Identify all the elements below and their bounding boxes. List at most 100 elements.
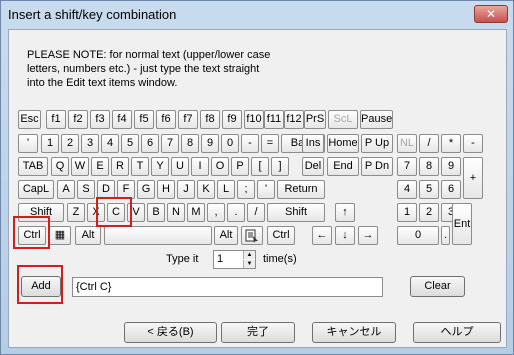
key-slash[interactable]: / <box>247 203 265 222</box>
key-5[interactable]: 5 <box>121 134 139 153</box>
key-b[interactable]: B <box>147 203 165 222</box>
key-x[interactable]: X <box>87 203 105 222</box>
key-left-bracket[interactable]: [ <box>251 157 269 176</box>
key-n[interactable]: N <box>167 203 185 222</box>
key-num-divide[interactable]: / <box>419 134 439 153</box>
key-num-4[interactable]: 4 <box>397 180 417 199</box>
key-m[interactable]: M <box>187 203 205 222</box>
key-s[interactable]: S <box>77 180 95 199</box>
key-j[interactable]: J <box>177 180 195 199</box>
back-button[interactable]: < 戻る(B) <box>124 322 217 343</box>
key-space[interactable] <box>104 226 212 245</box>
key-z[interactable]: Z <box>67 203 85 222</box>
key-f5[interactable]: f5 <box>134 110 154 129</box>
key-8[interactable]: 8 <box>181 134 199 153</box>
close-button[interactable]: ✕ <box>474 5 508 23</box>
key-insert[interactable]: Ins <box>302 134 324 153</box>
key-page-up[interactable]: P Up <box>361 134 393 153</box>
key-f7[interactable]: f7 <box>178 110 198 129</box>
help-button[interactable]: ヘルプ <box>413 322 501 343</box>
key-w[interactable]: W <box>71 157 89 176</box>
key-i[interactable]: I <box>191 157 209 176</box>
key-q[interactable]: Q <box>51 157 69 176</box>
key-quote[interactable]: ' <box>257 180 275 199</box>
key-num-0[interactable]: 0 <box>397 226 439 245</box>
key-end[interactable]: End <box>327 157 359 176</box>
repeat-count-spinner[interactable]: 1 ▲ ▼ <box>213 250 256 269</box>
key-arrow-up[interactable]: ↑ <box>335 203 355 222</box>
key-num-enter[interactable]: Ent <box>452 203 472 245</box>
cancel-button[interactable]: キャンセル <box>312 322 396 343</box>
key-delete[interactable]: Del <box>302 157 324 176</box>
key-f12[interactable]: f12 <box>284 110 304 129</box>
menu-key-icon[interactable] <box>241 226 263 245</box>
key-u[interactable]: U <box>171 157 189 176</box>
key-f6[interactable]: f6 <box>156 110 176 129</box>
key-print-screen[interactable]: PrS <box>304 110 326 129</box>
key-esc[interactable]: Esc <box>18 110 41 129</box>
key-0[interactable]: 0 <box>221 134 239 153</box>
key-c[interactable]: C <box>107 203 125 222</box>
key-f10[interactable]: f10 <box>244 110 264 129</box>
key-e[interactable]: E <box>91 157 109 176</box>
key-num-2[interactable]: 2 <box>419 203 439 222</box>
key-num-plus[interactable]: + <box>463 157 483 199</box>
key-caps-lock[interactable]: CapL <box>18 180 54 199</box>
key-num-lock[interactable]: NL <box>397 134 417 153</box>
key-right-alt[interactable]: Alt <box>214 226 238 245</box>
key-f4[interactable]: f4 <box>112 110 132 129</box>
key-semicolon[interactable]: ; <box>237 180 255 199</box>
key-f11[interactable]: f11 <box>264 110 284 129</box>
key-num-8[interactable]: 8 <box>419 157 439 176</box>
key-right-shift[interactable]: Shift <box>267 203 325 222</box>
key-left-alt[interactable]: Alt <box>75 226 101 245</box>
key-o[interactable]: O <box>211 157 229 176</box>
key-page-down[interactable]: P Dn <box>361 157 393 176</box>
windows-key-icon[interactable]: ▦ <box>49 226 71 245</box>
key-v[interactable]: V <box>127 203 145 222</box>
spin-down-icon[interactable]: ▼ <box>243 260 255 268</box>
key-num-1[interactable]: 1 <box>397 203 417 222</box>
key-f8[interactable]: f8 <box>200 110 220 129</box>
key-1[interactable]: 1 <box>41 134 59 153</box>
key-f3[interactable]: f3 <box>90 110 110 129</box>
key-num-7[interactable]: 7 <box>397 157 417 176</box>
key-right-ctrl[interactable]: Ctrl <box>267 226 295 245</box>
key-arrow-right[interactable]: → <box>358 226 378 245</box>
key-6[interactable]: 6 <box>141 134 159 153</box>
key-y[interactable]: Y <box>151 157 169 176</box>
key-num-6[interactable]: 6 <box>441 180 461 199</box>
key-num-9[interactable]: 9 <box>441 157 461 176</box>
key-t[interactable]: T <box>131 157 149 176</box>
key-period[interactable]: . <box>227 203 245 222</box>
clear-button[interactable]: Clear <box>410 276 465 297</box>
key-3[interactable]: 3 <box>81 134 99 153</box>
key-f9[interactable]: f9 <box>222 110 242 129</box>
key-left-ctrl[interactable]: Ctrl <box>18 226 46 245</box>
key-7[interactable]: 7 <box>161 134 179 153</box>
key-2[interactable]: 2 <box>61 134 79 153</box>
key-arrow-left[interactable]: ← <box>312 226 332 245</box>
key-h[interactable]: H <box>157 180 175 199</box>
key-f1[interactable]: f1 <box>46 110 66 129</box>
key-num-multiply[interactable]: * <box>441 134 461 153</box>
key-num-decimal[interactable]: . <box>441 226 450 245</box>
key-l[interactable]: L <box>217 180 235 199</box>
key-p[interactable]: P <box>231 157 249 176</box>
key-arrow-down[interactable]: ↓ <box>335 226 355 245</box>
spin-up-icon[interactable]: ▲ <box>243 251 255 259</box>
key-comma[interactable]: , <box>207 203 225 222</box>
key-f2[interactable]: f2 <box>68 110 88 129</box>
key-tab[interactable]: TAB <box>18 157 48 176</box>
key-d[interactable]: D <box>97 180 115 199</box>
finish-button[interactable]: 完了 <box>221 322 295 343</box>
key-9[interactable]: 9 <box>201 134 219 153</box>
key-equals[interactable]: = <box>261 134 279 153</box>
combination-field[interactable]: {Ctrl C} <box>72 277 383 297</box>
key-4[interactable]: 4 <box>101 134 119 153</box>
add-button[interactable]: Add <box>21 276 61 297</box>
key-minus[interactable]: - <box>241 134 259 153</box>
key-g[interactable]: G <box>137 180 155 199</box>
key-f[interactable]: F <box>117 180 135 199</box>
key-num-5[interactable]: 5 <box>419 180 439 199</box>
